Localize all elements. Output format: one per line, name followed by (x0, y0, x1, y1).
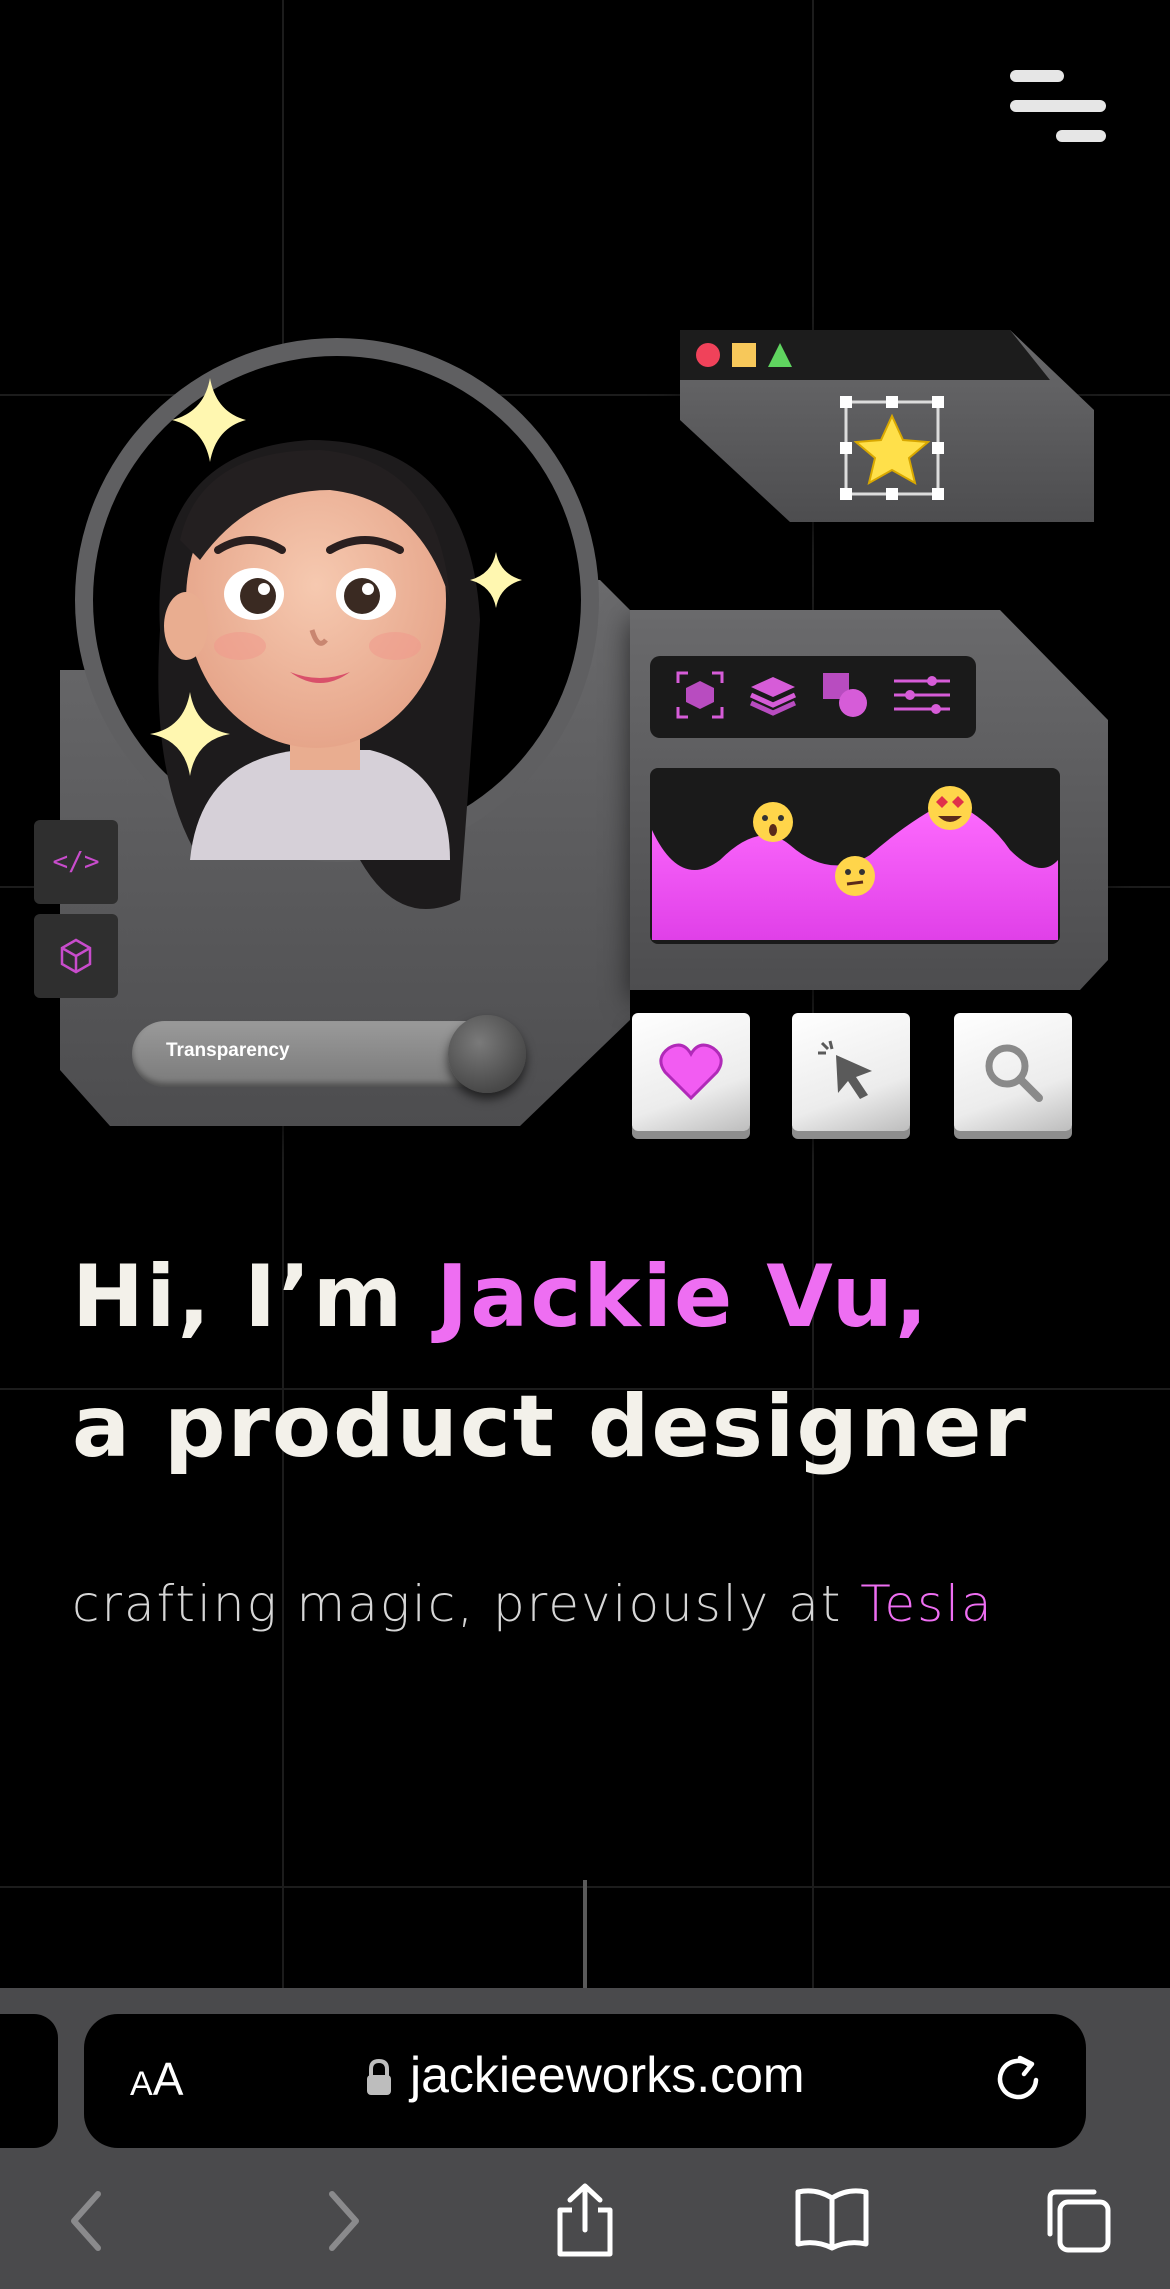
cursor-tile[interactable] (792, 1013, 910, 1131)
cursor-icon (818, 1040, 872, 1099)
role-text: a product designer (72, 1377, 1028, 1477)
forward-icon[interactable] (318, 2186, 368, 2256)
slider-knob[interactable] (448, 1015, 526, 1093)
frame-icon[interactable] (674, 669, 726, 725)
transparency-slider[interactable]: Transparency (132, 1015, 526, 1093)
previous-tab-preview[interactable] (0, 2014, 58, 2148)
slider-label: Transparency (166, 1040, 290, 1061)
tagline: crafting magic, previously at Tesla (72, 1575, 994, 1633)
name-text: Jackie Vu, (436, 1247, 930, 1347)
address-bar[interactable]: AA jackieeworks.com (84, 2014, 1086, 2148)
code-icon: </> (52, 847, 100, 877)
lock-icon (367, 2058, 391, 2095)
text-size-button[interactable]: AA (130, 2052, 183, 2106)
share-icon[interactable] (552, 2180, 618, 2260)
company-link[interactable]: Tesla (860, 1575, 993, 1633)
tagline-text: crafting magic, previously at (72, 1575, 861, 1633)
bookmarks-icon[interactable] (794, 2186, 870, 2252)
heart-icon (659, 1043, 723, 1101)
cube-button[interactable] (34, 914, 118, 998)
search-icon (985, 1044, 1043, 1102)
code-button[interactable]: </> (34, 820, 118, 904)
layers-icon[interactable] (747, 669, 799, 725)
shapes-icon[interactable] (819, 669, 871, 725)
sliders-icon[interactable] (892, 669, 952, 725)
hamburger-menu-icon[interactable] (1004, 66, 1106, 150)
cube-icon (60, 938, 92, 974)
hero-headline: Hi, I’m Jackie Vu, a product designer (72, 1232, 1132, 1492)
hero-illustration: </> Transparency (0, 300, 1170, 1180)
tabs-icon[interactable] (1042, 2186, 1114, 2256)
search-tile[interactable] (954, 1013, 1072, 1131)
heart-tile[interactable] (632, 1013, 750, 1131)
reload-icon[interactable] (990, 2050, 1050, 2110)
design-toolbar (650, 656, 976, 738)
greeting-text: Hi, I’m (72, 1247, 437, 1347)
scroll-indicator (583, 1880, 587, 1990)
headline-line-1: Hi, I’m Jackie Vu, (72, 1232, 1132, 1362)
back-icon[interactable] (62, 2186, 112, 2256)
url-text: jackieeworks.com (410, 2047, 805, 2103)
